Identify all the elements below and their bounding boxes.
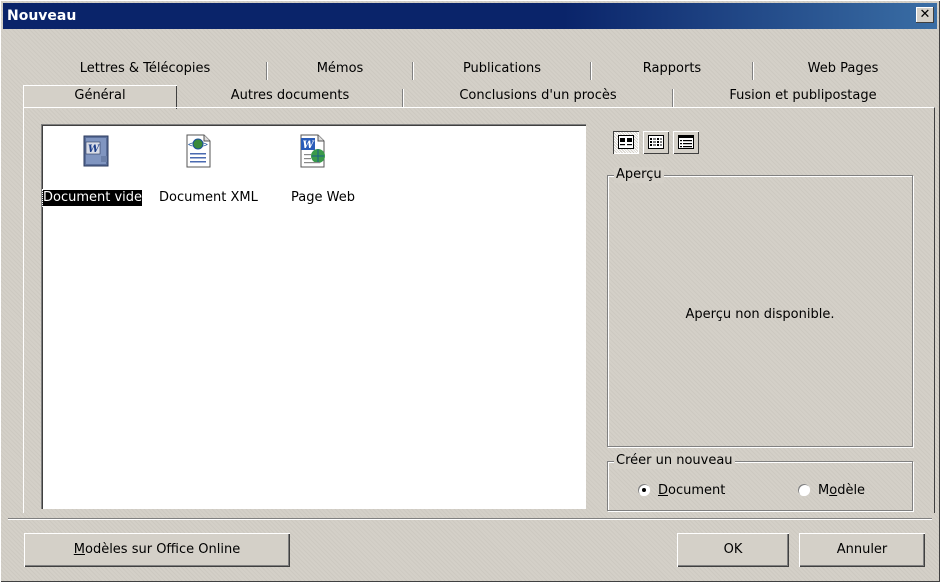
tab-row-front: Général Autres documents Conclusions d'u… [23, 85, 933, 109]
details-view-icon [678, 135, 694, 149]
radio-template-label: Modèle [818, 483, 865, 498]
large-icons-view-icon [618, 135, 634, 149]
template-label: Page Web [291, 190, 355, 205]
create-new-legend: Créer un nouveau [614, 453, 735, 469]
radio-template[interactable]: Modèle [798, 483, 865, 499]
tab-fusion-publipostage[interactable]: Fusion et publipostage [673, 85, 933, 107]
label-part: dèle [837, 483, 866, 498]
svg-text:W: W [303, 140, 316, 151]
window-title: Nouveau [7, 8, 77, 24]
accelerator-key: M [73, 542, 85, 557]
details-view-button[interactable] [673, 131, 699, 154]
radio-document[interactable]: Document [638, 483, 725, 499]
list-view-button[interactable] [643, 131, 669, 154]
template-label: Document XML [159, 190, 258, 205]
radio-document-label: Document [658, 483, 725, 498]
word-document-icon: W [80, 134, 112, 168]
office-online-templates-button[interactable]: Modèles sur Office Online [24, 533, 290, 567]
preview-group: Aperçu Aperçu non disponible. [607, 167, 913, 447]
tab-row-back: Lettres & Télécopies Mémos Publications … [23, 58, 933, 80]
cancel-button[interactable]: Annuler [799, 533, 925, 567]
list-view-icon [648, 135, 664, 149]
button-label: odèles sur Office Online [84, 542, 241, 557]
ok-button[interactable]: OK [677, 533, 789, 567]
web-page-icon: W [297, 134, 329, 168]
template-label: Document vide [41, 189, 144, 207]
create-new-group: Créer un nouveau Document Modèle [607, 453, 913, 511]
preview-message: Aperçu non disponible. [685, 307, 835, 322]
tab-web-pages[interactable]: Web Pages [753, 58, 933, 80]
accelerator-key: D [658, 483, 669, 498]
radio-document-indicator[interactable] [638, 484, 650, 496]
tab-publications[interactable]: Publications [413, 58, 591, 80]
template-list[interactable]: W Document vide < > Document XML W Page … [41, 124, 586, 509]
title-bar[interactable]: Nouveau ✕ [3, 3, 937, 29]
tab-autres-documents[interactable]: Autres documents [177, 85, 403, 107]
separator [8, 518, 932, 520]
xml-document-icon: < > [182, 134, 214, 168]
close-button[interactable]: ✕ [916, 7, 934, 23]
svg-text:<: < [188, 140, 193, 149]
tab-general[interactable]: Général [23, 85, 177, 109]
label-part: ocument [668, 483, 726, 498]
label-part: M [818, 483, 830, 498]
preview-legend: Aperçu [614, 167, 664, 183]
tab-conclusions-proces[interactable]: Conclusions d'un procès [403, 85, 673, 107]
accelerator-key: o [829, 483, 838, 498]
radio-template-indicator[interactable] [798, 484, 810, 496]
svg-text:W: W [88, 144, 101, 155]
svg-text:>: > [203, 140, 208, 149]
new-document-dialog: Nouveau ✕ Lettres & Télécopies Mémos Pub… [0, 0, 940, 582]
tab-lettres-telecopies[interactable]: Lettres & Télécopies [23, 58, 267, 80]
large-icons-view-button[interactable] [613, 131, 639, 154]
tab-memos[interactable]: Mémos [267, 58, 413, 80]
tab-rapports[interactable]: Rapports [591, 58, 753, 80]
